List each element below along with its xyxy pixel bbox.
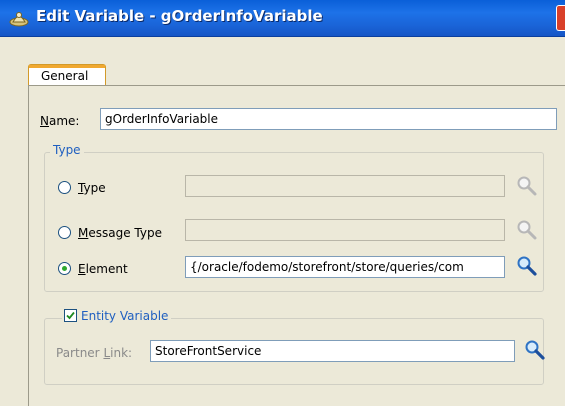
type-label-rest: ype — [83, 181, 106, 195]
entity-variable-label: Entity Variable — [81, 309, 169, 323]
message-type-radio[interactable] — [58, 226, 71, 239]
message-type-field — [185, 219, 505, 241]
name-label-rest: ame: — [48, 114, 80, 128]
partner-link-label: Partner Link: — [56, 346, 132, 360]
checkmark-icon — [66, 311, 75, 320]
title-bar[interactable]: Edit Variable - gOrderInfoVariable — [0, 0, 565, 37]
message-type-label-rest: essage Type — [88, 226, 162, 240]
type-radio[interactable] — [58, 181, 71, 194]
tab-accent — [29, 65, 105, 68]
tab-general[interactable]: General — [28, 64, 106, 86]
variable-icon — [9, 12, 29, 27]
element-field[interactable]: {/oracle/fodemo/storefront/store/queries… — [185, 256, 505, 278]
message-type-radio-label: Message Type — [78, 226, 162, 240]
type-group-legend: Type — [50, 143, 84, 157]
entity-variable-legend: Entity Variable — [62, 309, 172, 323]
type-search-icon — [517, 176, 537, 196]
partner-link-search-icon[interactable] — [524, 339, 546, 361]
element-radio[interactable] — [58, 262, 71, 275]
message-type-search-icon — [517, 220, 537, 240]
type-field — [185, 175, 505, 197]
element-search-icon[interactable] — [516, 255, 538, 277]
entity-variable-checkbox[interactable] — [64, 309, 77, 322]
element-label-rest: lement — [85, 262, 128, 276]
partner-link-label-pre: Partner — [56, 346, 104, 360]
element-radio-label: Element — [78, 262, 128, 276]
element-mnemonic: E — [78, 262, 86, 276]
partner-link-label-rest: ink: — [110, 346, 133, 360]
name-input[interactable]: gOrderInfoVariable — [100, 108, 557, 130]
type-radio-label: Type — [78, 181, 106, 195]
name-label: Name: — [40, 114, 79, 128]
close-button[interactable] — [556, 5, 565, 31]
name-label-mnemonic: N — [40, 114, 49, 128]
partner-link-input[interactable]: StoreFrontService — [150, 340, 515, 362]
tab-general-label: General — [41, 69, 89, 83]
message-type-mnemonic: M — [78, 226, 89, 240]
window-title: Edit Variable - gOrderInfoVariable — [36, 7, 323, 25]
